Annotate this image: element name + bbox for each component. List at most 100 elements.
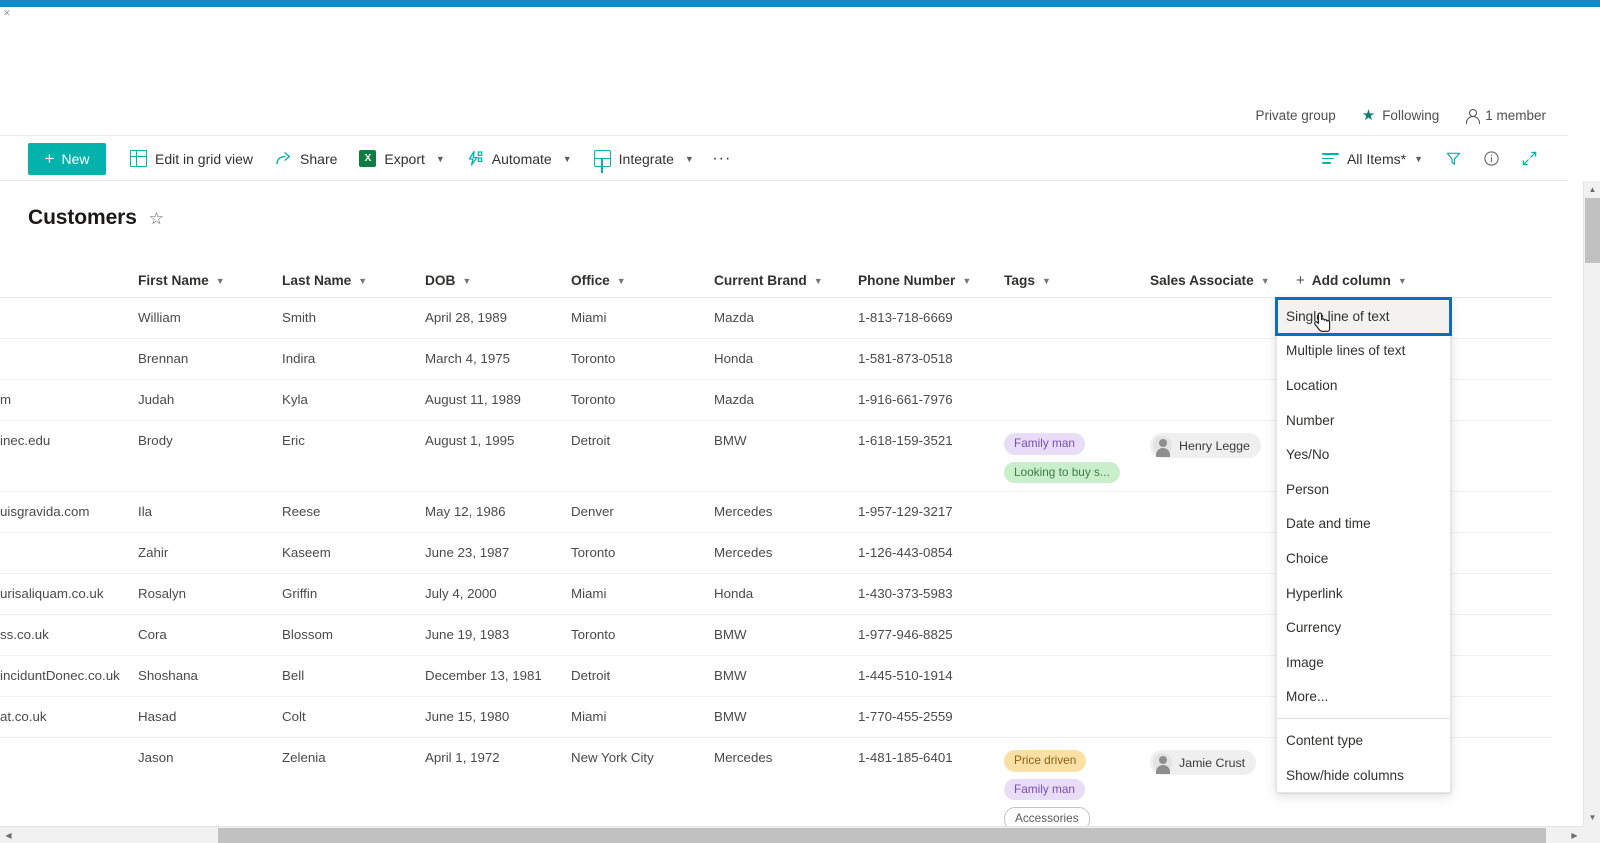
add-column-label: Add column xyxy=(1311,273,1391,288)
chevron-down-icon: ▼ xyxy=(562,153,572,164)
menu-item-date-and-time[interactable]: Date and time xyxy=(1277,507,1450,542)
cell-email xyxy=(0,533,138,553)
menu-item-location[interactable]: Location xyxy=(1277,368,1450,403)
column-header-phone-number[interactable]: Phone Number ▼ xyxy=(858,273,1004,288)
cell-first-name: Brody xyxy=(138,433,173,448)
horizontal-scroll-thumb[interactable] xyxy=(218,828,1546,843)
horizontal-scrollbar[interactable]: ◀ ▶ xyxy=(0,826,1600,843)
column-header-tags[interactable]: Tags ▼ xyxy=(1004,273,1150,288)
cell-phone-number: 1-481-185-6401 xyxy=(858,750,953,766)
menu-item-single-line-of-text[interactable]: Single line of text xyxy=(1275,297,1452,336)
scroll-down-arrow-icon[interactable]: ▼ xyxy=(1584,809,1600,826)
command-bar-right: All Items* ▼ xyxy=(1313,142,1568,176)
close-icon[interactable]: ✕ xyxy=(3,9,11,18)
view-selector[interactable]: All Items* ▼ xyxy=(1313,142,1432,176)
integrate-button[interactable]: Integrate ▼ xyxy=(584,142,704,176)
cell-email: at.co.uk xyxy=(0,709,47,725)
cell-email: inec.edu xyxy=(0,433,51,448)
cell-tags xyxy=(1004,533,1150,553)
cell-email: ss.co.uk xyxy=(0,627,49,643)
column-header-last-name[interactable]: Last Name ▼ xyxy=(282,273,425,288)
status-badge: Looking to buy s... xyxy=(1004,461,1120,484)
cell-current-brand: Mazda xyxy=(714,392,754,407)
scrollbar-corner xyxy=(1583,826,1600,843)
column-header-office[interactable]: Office ▼ xyxy=(571,273,714,288)
menu-item-content-type[interactable]: Content type xyxy=(1277,723,1450,758)
chevron-down-icon: ▼ xyxy=(462,275,472,286)
scroll-up-arrow-icon[interactable]: ▲ xyxy=(1584,181,1600,198)
share-button[interactable]: Share xyxy=(265,142,347,176)
menu-item-label: Currency xyxy=(1286,620,1342,636)
menu-item-person[interactable]: Person xyxy=(1277,472,1450,507)
cell-tags xyxy=(1004,574,1150,594)
chevron-down-icon: ▼ xyxy=(435,153,445,164)
vertical-scrollbar[interactable]: ▲ ▼ xyxy=(1583,181,1600,826)
edit-in-grid-view-button[interactable]: Edit in grid view xyxy=(120,142,263,176)
menu-item-number[interactable]: Number xyxy=(1277,403,1450,438)
column-header-current-brand[interactable]: Current Brand ▼ xyxy=(714,273,858,288)
members-label: 1 member xyxy=(1485,108,1546,123)
cell-current-brand: BMW xyxy=(714,433,747,448)
menu-item-multiple-lines-of-text[interactable]: Multiple lines of text xyxy=(1277,334,1450,369)
cell-office: Detroit xyxy=(571,433,611,448)
menu-item-show-hide-columns[interactable]: Show/hide columns xyxy=(1277,758,1450,793)
cell-first-name: Shoshana xyxy=(138,668,198,684)
column-header-sales-associate[interactable]: Sales Associate ▼ xyxy=(1150,273,1296,288)
persona-chip[interactable]: Jamie Crust xyxy=(1150,750,1257,776)
cell-first-name: William xyxy=(138,310,181,325)
info-icon xyxy=(1483,151,1499,166)
scroll-right-arrow-icon[interactable]: ▶ xyxy=(1566,827,1583,843)
persona-chip[interactable]: Henry Legge xyxy=(1150,433,1261,458)
column-header-dob[interactable]: DOB ▼ xyxy=(425,273,571,288)
list-header-row: First Name ▼ Last Name ▼ DOB ▼ Office ▼ Current … xyxy=(0,264,1552,298)
add-column-button[interactable]: + Add column ▼ xyxy=(1296,272,1496,289)
filter-button[interactable] xyxy=(1436,142,1470,176)
chevron-down-icon: ▼ xyxy=(358,275,368,286)
scroll-left-arrow-icon[interactable]: ◀ xyxy=(0,827,17,843)
new-button[interactable]: + New xyxy=(28,142,106,175)
automate-button[interactable]: Automate ▼ xyxy=(457,142,582,176)
following-button[interactable]: ★ Following xyxy=(1362,108,1439,123)
avatar xyxy=(1153,436,1172,457)
column-header-first-name[interactable]: First Name ▼ xyxy=(138,273,282,288)
cell-tags xyxy=(1004,656,1150,676)
cell-email xyxy=(0,339,138,359)
plus-icon: + xyxy=(44,149,55,168)
menu-item-choice[interactable]: Choice xyxy=(1277,541,1450,576)
column-header-label: Phone Number xyxy=(858,273,956,288)
command-bar: + New Edit in grid view Share X Export ▼… xyxy=(0,137,1568,181)
cell-last-name: Zelenia xyxy=(282,750,326,766)
menu-item-image[interactable]: Image xyxy=(1277,645,1450,680)
column-header-label: Office xyxy=(571,273,610,288)
cell-phone-number: 1-445-510-1914 xyxy=(858,668,953,684)
cell-phone-number: 1-770-455-2559 xyxy=(858,709,953,725)
cell-tags xyxy=(1004,298,1150,318)
integrate-label: Integrate xyxy=(618,150,674,167)
menu-item-more[interactable]: More... xyxy=(1277,680,1450,715)
members-button[interactable]: 1 member xyxy=(1465,108,1546,124)
favorite-star-icon[interactable]: ☆ xyxy=(149,210,164,227)
expand-button[interactable] xyxy=(1512,142,1546,176)
more-commands-button[interactable]: ··· xyxy=(706,143,738,175)
menu-item-currency[interactable]: Currency xyxy=(1277,610,1450,645)
cell-current-brand: BMW xyxy=(714,668,747,684)
cell-office: Detroit xyxy=(571,668,611,684)
privacy-text: Private group xyxy=(1255,108,1336,123)
cell-sales-associate xyxy=(1150,298,1296,318)
cell-current-brand: BMW xyxy=(714,627,747,643)
cell-sales-associate xyxy=(1150,574,1296,594)
person-icon xyxy=(1465,108,1480,124)
menu-item-hyperlink[interactable]: Hyperlink xyxy=(1277,576,1450,611)
cell-tags xyxy=(1004,492,1150,512)
cell-email: uisgravida.com xyxy=(0,504,90,520)
cell-first-name: Brennan xyxy=(138,351,189,366)
cell-office: Miami xyxy=(571,709,607,725)
export-button[interactable]: X Export ▼ xyxy=(349,142,454,176)
menu-item-label: Show/hide columns xyxy=(1286,767,1404,783)
details-button[interactable] xyxy=(1474,142,1508,176)
menu-item-yes-no[interactable]: Yes/No xyxy=(1277,437,1450,472)
vertical-scroll-thumb[interactable] xyxy=(1585,198,1600,263)
cell-dob: June 15, 1980 xyxy=(425,709,510,725)
column-header-label: First Name xyxy=(138,273,209,288)
chevron-down-icon: ▼ xyxy=(1041,275,1051,286)
